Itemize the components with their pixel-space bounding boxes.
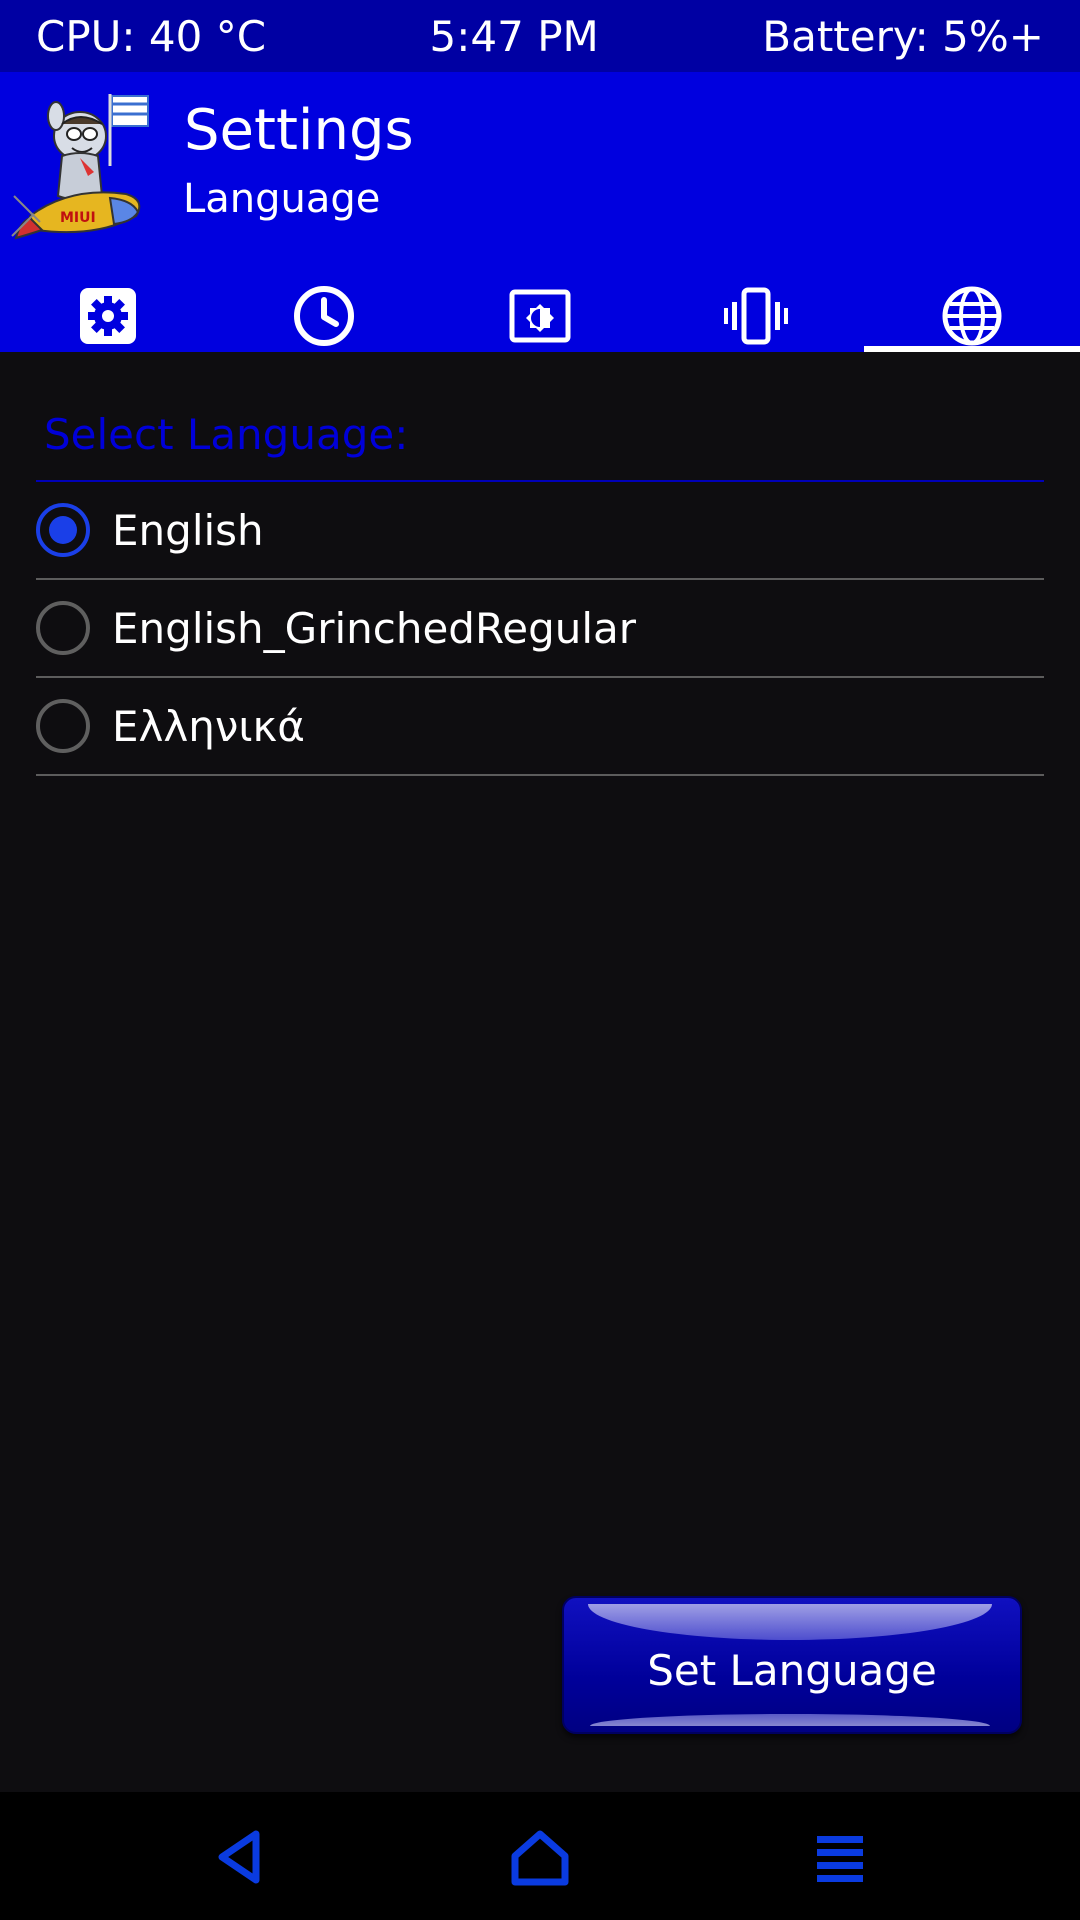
language-option-english-grinched[interactable]: English_GrinchedRegular [36, 580, 1044, 678]
language-panel: Select Language: English English_Grinche… [0, 352, 1080, 1792]
tab-bar [0, 272, 1080, 352]
back-icon [218, 1830, 260, 1884]
battery-level: Battery: 5%+ [762, 11, 1044, 61]
clock-icon [294, 286, 354, 346]
radio-unchecked-icon[interactable] [36, 699, 90, 753]
status-bar: CPU: 40 °C 5:47 PM Battery: 5%+ [0, 0, 1080, 72]
tab-general[interactable] [0, 272, 216, 352]
home-icon [511, 1830, 569, 1886]
brightness-icon [509, 289, 571, 343]
language-label: English [112, 505, 264, 555]
globe-icon [942, 286, 1002, 346]
language-label: Ελληνικά [112, 701, 305, 751]
radio-checked-icon[interactable] [36, 503, 90, 557]
home-button[interactable] [505, 1822, 575, 1892]
svg-text:MIUI: MIUI [60, 210, 96, 226]
vibration-icon [724, 287, 788, 345]
page-title: Settings [184, 98, 414, 163]
set-language-button[interactable]: Set Language [562, 1596, 1022, 1734]
radio-unchecked-icon[interactable] [36, 601, 90, 655]
tab-language[interactable] [864, 272, 1080, 352]
tab-vibration[interactable] [648, 272, 864, 352]
menu-icon [817, 1836, 863, 1882]
mascot-logo: MIUI [11, 94, 149, 240]
tab-screen[interactable] [432, 272, 648, 352]
button-gloss [588, 1604, 992, 1640]
cpu-temperature: CPU: 40 °C [36, 11, 267, 61]
tab-time[interactable] [216, 272, 432, 352]
menu-button[interactable] [805, 1822, 875, 1892]
language-label: English_GrinchedRegular [112, 603, 637, 653]
set-language-label: Set Language [647, 1646, 937, 1695]
page-subtitle: Language [183, 176, 381, 222]
language-option-english[interactable]: English [36, 482, 1044, 580]
gear-icon [80, 288, 136, 344]
button-gloss [590, 1714, 990, 1726]
section-label: Select Language: [44, 410, 409, 459]
header: MIUI Settings Language [0, 72, 1080, 352]
clock-time: 5:47 PM [429, 11, 599, 61]
navigation-bar [0, 1792, 1080, 1920]
back-button[interactable] [206, 1822, 276, 1892]
language-option-greek[interactable]: Ελληνικά [36, 678, 1044, 776]
language-list: English English_GrinchedRegular Ελληνικά [36, 482, 1044, 776]
